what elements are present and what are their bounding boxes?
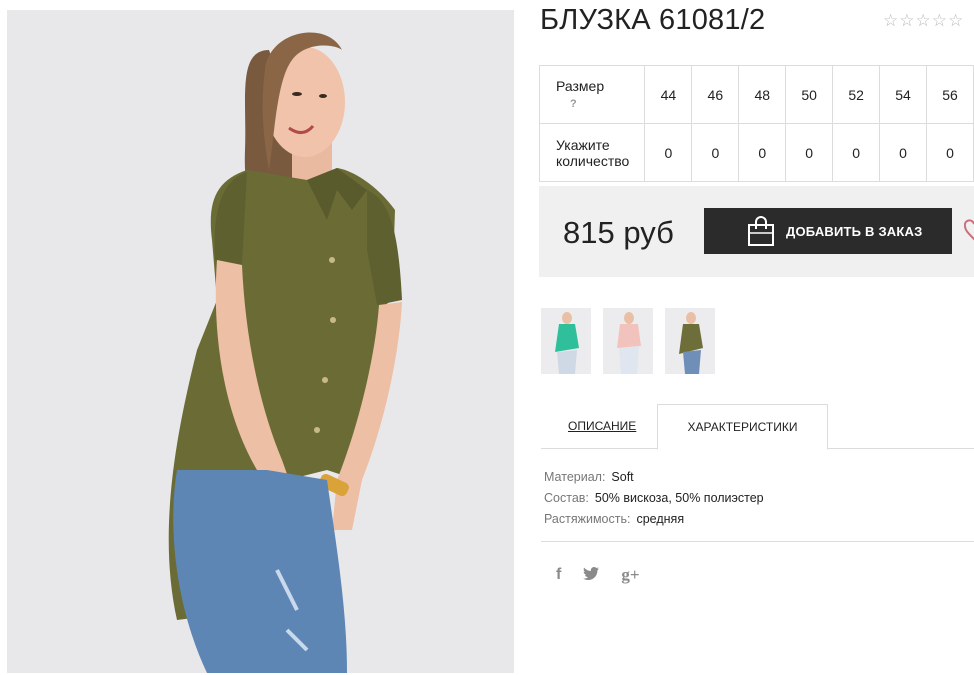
spec-key: Материал:: [544, 470, 606, 484]
add-to-order-label: ДОБАВИТЬ В ЗАКАЗ: [786, 223, 923, 239]
price-panel: 815 руб ДОБАВИТЬ В ЗАКАЗ: [539, 186, 974, 277]
size-cell: 48: [738, 65, 787, 124]
quantity-label-line2: количество: [556, 152, 630, 169]
quantity-label-cell: Укажите количество: [538, 123, 646, 182]
spec-key: Растяжимость:: [544, 512, 631, 526]
price: 815 руб: [563, 215, 674, 250]
quantity-input[interactable]: 0: [644, 123, 693, 182]
thumbnail-mint[interactable]: [541, 308, 591, 374]
star-icon[interactable]: ☆: [899, 12, 914, 29]
size-cell: 46: [691, 65, 740, 124]
spec-row: Состав: 50% вискоза, 50% полиэстер: [544, 488, 764, 509]
quantity-input[interactable]: 0: [738, 123, 787, 182]
spec-value: 50% вискоза, 50% полиэстер: [594, 491, 764, 505]
thumbnail-olive[interactable]: [665, 308, 715, 374]
social-share: f g+: [556, 565, 640, 585]
tab-characteristics[interactable]: ХАРАКТЕРИСТИКИ: [657, 404, 828, 450]
color-thumbnails: [541, 308, 715, 374]
quantity-input[interactable]: 0: [785, 123, 834, 182]
size-cell: 50: [785, 65, 834, 124]
product-title: БЛУЗКА 61081/2: [540, 4, 766, 36]
size-cell: 56: [925, 65, 974, 124]
spec-key: Состав:: [544, 491, 589, 505]
size-label: Размер: [556, 77, 605, 94]
characteristics-list: Материал: Soft Состав: 50% вискоза, 50% по…: [544, 467, 764, 530]
spec-value: Soft: [611, 470, 634, 484]
star-icon[interactable]: ☆: [948, 12, 963, 29]
tab-description[interactable]: ОПИСАНИЕ: [568, 419, 636, 433]
quantity-input[interactable]: 0: [832, 123, 881, 182]
add-to-order-button[interactable]: ДОБАВИТЬ В ЗАКАЗ: [704, 208, 952, 254]
thumbnail-pink[interactable]: [603, 308, 653, 374]
spec-value: средняя: [636, 512, 685, 526]
shopping-bag-icon: [748, 216, 774, 246]
quantity-label-line1: Укажите: [556, 136, 610, 153]
model-illustration: [7, 10, 514, 673]
quantity-input[interactable]: 0: [879, 123, 927, 182]
heart-icon[interactable]: [964, 219, 974, 241]
star-icon[interactable]: ☆: [932, 12, 947, 29]
section-divider: [541, 541, 974, 542]
star-icon[interactable]: ☆: [916, 12, 931, 29]
size-cell: 52: [832, 65, 881, 124]
twitter-icon[interactable]: [583, 566, 600, 584]
size-hint-icon[interactable]: ?: [556, 96, 643, 112]
facebook-icon[interactable]: f: [556, 566, 561, 584]
size-label-cell: Размер ?: [538, 65, 646, 124]
size-quantity-table: Размер ? 44 46 48 50 52 54 56 Укажите ко…: [538, 65, 974, 182]
star-icon[interactable]: ☆: [883, 12, 898, 29]
spec-row: Растяжимость: средняя: [544, 509, 764, 530]
quantity-input[interactable]: 0: [691, 123, 740, 182]
size-cell: 44: [644, 65, 693, 124]
rating-stars[interactable]: ☆ ☆ ☆ ☆ ☆: [883, 12, 963, 29]
size-cell: 54: [879, 65, 927, 124]
spec-row: Материал: Soft: [544, 467, 764, 488]
google-plus-icon[interactable]: g+: [621, 565, 639, 585]
quantity-input[interactable]: 0: [925, 123, 974, 182]
product-main-photo[interactable]: [7, 10, 514, 673]
